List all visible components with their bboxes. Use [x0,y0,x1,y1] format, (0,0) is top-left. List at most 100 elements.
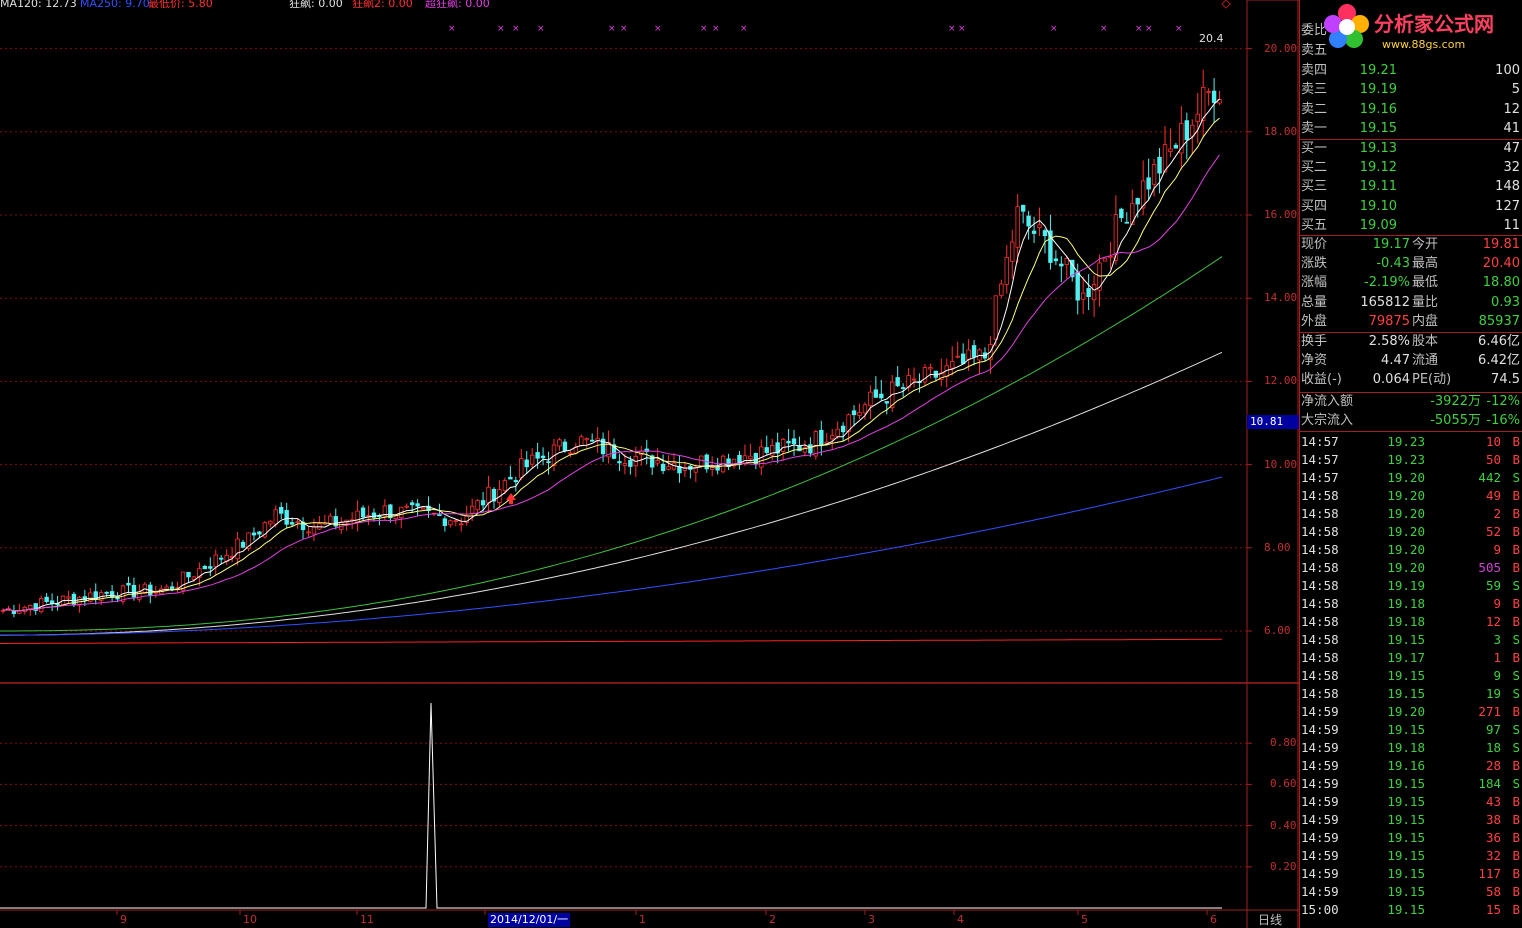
tick-volume: 2 [1493,506,1501,521]
tick-time: 14:59 [1301,794,1339,809]
tick-time: 14:57 [1301,434,1339,449]
stat-value: 165812 [1360,294,1410,310]
kuangbiao-readout: 狂飙: 0.00 [289,0,343,10]
current-price-tag: 10.81 [1247,415,1301,429]
ask-row: 卖二 19.16 12 [1300,101,1522,119]
candle-body [251,532,257,536]
tick-side: S [1512,686,1520,701]
candle-body [519,458,524,479]
ask-volume: 5 [1511,82,1520,97]
stat-value: -0.43 [1376,256,1410,272]
bid-price: 19.12 [1359,160,1397,176]
bid-label: 买四 [1301,198,1328,214]
candle-body [404,505,409,508]
tick-row: 14:59 19.15 184 S [1300,775,1522,793]
signal-x-marker: × [1135,24,1143,34]
signal-x-marker: × [608,24,616,34]
tick-volume: 117 [1478,866,1501,881]
candle-body [164,586,169,590]
tick-row: 14:59 19.15 97 S [1300,721,1522,739]
tick-side: S [1512,668,1520,683]
candle-body [928,367,933,370]
tick-side: B [1512,614,1520,629]
tick-row: 14:59 19.15 36 B [1300,829,1522,847]
candle-body [628,460,633,467]
date-axis-label: 9 [120,913,127,926]
stat-value: 0.93 [1491,294,1520,310]
candle-body [971,345,977,358]
candle-body [791,438,797,445]
candle-body [1037,224,1042,228]
signal-x-marker: × [958,24,966,34]
tick-price: 19.23 [1387,434,1425,449]
quote-panel: 委比 卖五 卖四 19.21 100 卖三 19.19 5 卖二 19.16 12 卖一 19.15 4… [1299,0,1522,928]
tick-time: 14:59 [1301,848,1339,863]
stat-row: 外盘 79875 内盘 85937 [1300,313,1522,331]
candle-body [437,514,442,517]
ask-label: 卖三 [1301,82,1328,97]
stat-value: 4.47 [1381,353,1410,369]
ask-volume: 41 [1503,121,1520,136]
indicator-line [0,702,1222,909]
price-axis-label: 18.00 [1264,124,1298,138]
tick-price: 19.15 [1387,848,1425,863]
period-label[interactable]: 日线 [1258,913,1282,927]
bid-row: 买二 19.12 32 [1300,159,1522,177]
candle-body [44,596,49,602]
tick-volume: 9 [1493,668,1501,683]
tick-volume: 9 [1493,542,1501,557]
tick-row: 14:58 19.15 9 S [1300,667,1522,685]
stat-label: PE(动) [1412,372,1452,388]
candle-body [568,452,573,455]
candle-body [279,507,284,514]
bid-label: 买三 [1301,179,1328,195]
kline-chart[interactable]: × × × × × × × × × × × × × × × × × [0,0,1299,928]
diamond-icon [1221,0,1231,9]
tick-price: 19.20 [1387,542,1425,557]
tick-price: 19.20 [1387,488,1425,503]
tick-side: S [1512,578,1520,593]
tick-side: B [1512,542,1520,557]
candle-body [66,596,71,599]
stat-row: 涨跌 -0.43 最高 20.40 [1300,255,1522,273]
tick-side: B [1512,650,1520,665]
candle-body [1190,124,1195,137]
tick-row: 15:00 19.15 15 B [1300,901,1522,919]
candle-body [1053,258,1059,262]
tick-side: S [1512,632,1520,647]
candle-body [1020,204,1026,212]
tick-volume: 15 [1485,902,1501,917]
candle-body [862,404,868,414]
price-axis-label: 10.00 [1264,457,1298,471]
candle-body [453,520,458,523]
high-price-marker: 20.4 [1199,32,1224,45]
date-axis-label: 5 [1081,913,1088,926]
tick-time: 14:58 [1301,650,1339,665]
candle-body [1168,148,1173,152]
tick-side: B [1512,434,1520,449]
bid-label: 买一 [1301,141,1328,156]
tick-time: 14:58 [1301,632,1339,647]
ask-price: 19.16 [1359,101,1397,117]
tick-volume: 59 [1485,578,1501,593]
stat-value: 19.81 [1482,237,1520,252]
candle-body [273,509,278,525]
tick-row: 14:58 19.20 9 B [1300,541,1522,559]
stat-label: 涨幅 [1301,275,1328,291]
flow-label: 大宗流入 [1301,413,1354,429]
date-axis-label: 4 [957,913,964,926]
tick-price: 19.15 [1387,668,1425,683]
indicator-axis-label: 0.20 [1270,859,1297,873]
tick-volume: 442 [1478,470,1501,485]
tick-row: 14:58 19.20 52 B [1300,523,1522,541]
candle-body [1080,292,1086,300]
candle-body [808,444,813,454]
flow-amount: -3922万 [1430,394,1481,409]
tick-row: 14:57 19.20 442 S [1300,469,1522,487]
stat-value: -2.19% [1364,275,1410,291]
candle-body [180,571,186,591]
tick-time: 14:58 [1301,488,1339,503]
tick-side: B [1512,506,1520,521]
bid-price: 19.10 [1359,198,1397,214]
tick-time: 14:58 [1301,668,1339,683]
